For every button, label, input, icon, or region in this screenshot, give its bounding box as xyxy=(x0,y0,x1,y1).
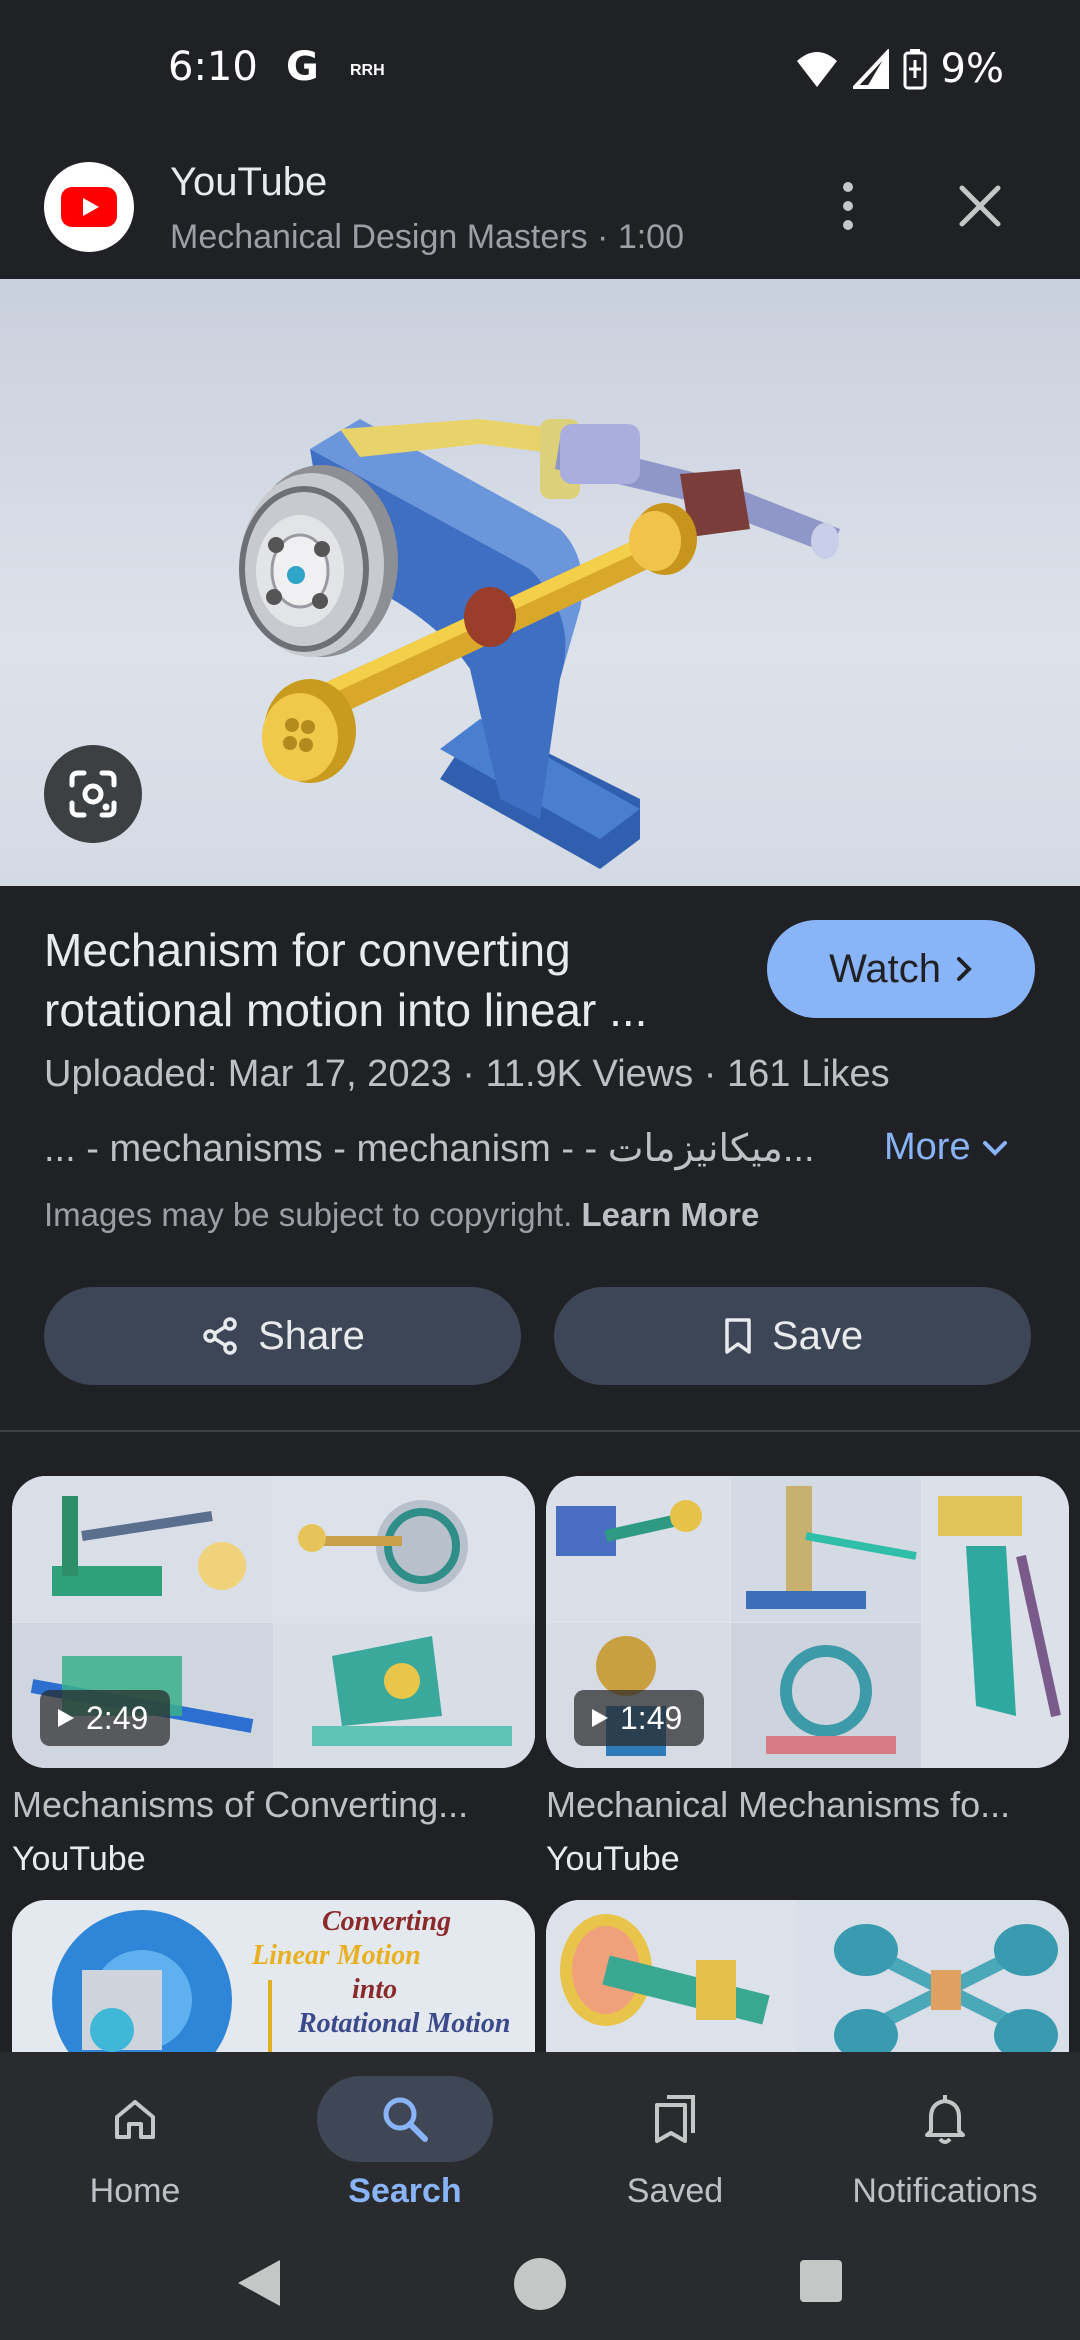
chevron-right-icon xyxy=(956,957,972,981)
watch-label: Watch xyxy=(829,946,941,991)
battery-percent: 9% xyxy=(940,46,1004,92)
copyright-notice: Images may be subject to copyright. Lear… xyxy=(44,1196,759,1234)
partial-text-3: into xyxy=(352,1974,398,2005)
related-title[interactable]: Mechanisms of Converting... xyxy=(12,1784,535,1826)
nav-notifications-label: Notifications xyxy=(852,2172,1038,2210)
mechanism-image xyxy=(239,419,840,869)
nav-search-label: Search xyxy=(348,2172,462,2210)
watch-button[interactable]: Watch xyxy=(767,920,1035,1018)
play-icon xyxy=(592,1709,608,1727)
related-card-partial[interactable]: Converting Linear Motion into Rotational… xyxy=(12,1900,535,2052)
related-image xyxy=(546,1900,1058,2052)
close-icon[interactable] xyxy=(952,178,1008,234)
youtube-logo-icon xyxy=(44,162,134,252)
nav-saved-label: Saved xyxy=(626,2172,724,2210)
duration-badge: 1:49 xyxy=(574,1690,705,1746)
partial-text-1: Converting xyxy=(322,1906,452,1937)
nav-search-icon-wrap xyxy=(317,2076,493,2162)
google-lens-button[interactable] xyxy=(44,745,142,843)
related-thumbnail[interactable]: 1:49 xyxy=(546,1476,1069,1768)
status-bar: 6:10 G RRH 9% xyxy=(0,0,1080,138)
result-meta: Uploaded: Mar 17, 2023 · 11.9K Views · 1… xyxy=(44,1053,890,1095)
result-title[interactable]: Mechanism for converting rotational moti… xyxy=(44,920,744,1040)
signal-icon xyxy=(852,49,889,89)
section-divider xyxy=(0,1430,1080,1432)
status-time: 6:10 xyxy=(168,44,258,90)
related-card[interactable]: 2:49 Mechanisms of Converting... YouTube xyxy=(12,1476,535,1879)
partial-text-4: Rotational Motion xyxy=(298,2008,511,2039)
lens-icon xyxy=(69,770,117,818)
google-icon: G xyxy=(286,44,319,90)
copyright-text: Images may be subject to copyright. xyxy=(44,1196,573,1233)
share-icon xyxy=(203,1317,237,1355)
bell-icon xyxy=(925,2095,965,2144)
duration-text: 1:49 xyxy=(620,1699,683,1736)
wifi-icon xyxy=(796,52,837,87)
result-header: YouTube Mechanical Design Masters · 1:00 xyxy=(0,138,1080,279)
save-label: Save xyxy=(771,1313,864,1358)
save-button[interactable]: Save xyxy=(554,1287,1031,1385)
status-icons: 9% xyxy=(795,44,1004,94)
collections-icon xyxy=(655,2095,695,2143)
nav-home-label: Home xyxy=(89,2172,181,2210)
back-icon[interactable] xyxy=(232,2256,286,2310)
nav-notifications-icon-wrap xyxy=(857,2076,1033,2162)
bookmark-icon xyxy=(725,1318,751,1354)
chevron-down-icon xyxy=(982,1140,1007,1156)
related-source: YouTube xyxy=(546,1840,680,1878)
share-label: Share xyxy=(258,1313,365,1358)
play-icon xyxy=(58,1709,74,1727)
related-title[interactable]: Mechanical Mechanisms fo... xyxy=(546,1784,1069,1826)
result-tags: ... - mechanisms - mechanism - - میکانیز… xyxy=(44,1128,815,1170)
recents-icon[interactable] xyxy=(798,2258,844,2304)
nav-search[interactable]: Search xyxy=(270,2064,540,2224)
nav-home[interactable]: Home xyxy=(0,2064,270,2224)
duration-text: 2:49 xyxy=(86,1699,149,1736)
home-icon xyxy=(115,2100,155,2139)
more-options-icon[interactable] xyxy=(826,174,870,238)
duration-badge: 2:49 xyxy=(40,1690,171,1746)
more-label: More xyxy=(884,1126,971,1168)
nav-saved[interactable]: Saved xyxy=(540,2064,810,2224)
search-icon xyxy=(383,2097,428,2142)
nav-saved-icon-wrap xyxy=(587,2076,763,2162)
system-navigation-bar xyxy=(0,2232,1080,2340)
nav-notifications[interactable]: Notifications xyxy=(810,2064,1080,2224)
source-name: YouTube xyxy=(170,160,328,204)
channel-duration: Mechanical Design Masters · 1:00 xyxy=(170,218,685,256)
home-button-icon[interactable] xyxy=(512,2256,568,2312)
more-button[interactable]: More xyxy=(884,1126,1009,1169)
related-source: YouTube xyxy=(12,1840,146,1878)
bottom-navigation: Home Search Saved Notifications xyxy=(0,2052,1080,2232)
video-thumbnail[interactable] xyxy=(0,279,1080,886)
related-card-partial[interactable] xyxy=(546,1900,1069,2052)
nav-home-icon-wrap xyxy=(47,2076,223,2162)
learn-more-link[interactable]: Learn More xyxy=(581,1196,759,1233)
share-button[interactable]: Share xyxy=(44,1287,521,1385)
partial-text-2: Linear Motion xyxy=(252,1940,421,1971)
related-thumbnail[interactable]: 2:49 xyxy=(12,1476,535,1768)
related-card[interactable]: 1:49 Mechanical Mechanisms fo... YouTube xyxy=(546,1476,1069,1879)
battery-icon xyxy=(903,49,927,90)
carrier-tag: RRH xyxy=(350,62,385,79)
